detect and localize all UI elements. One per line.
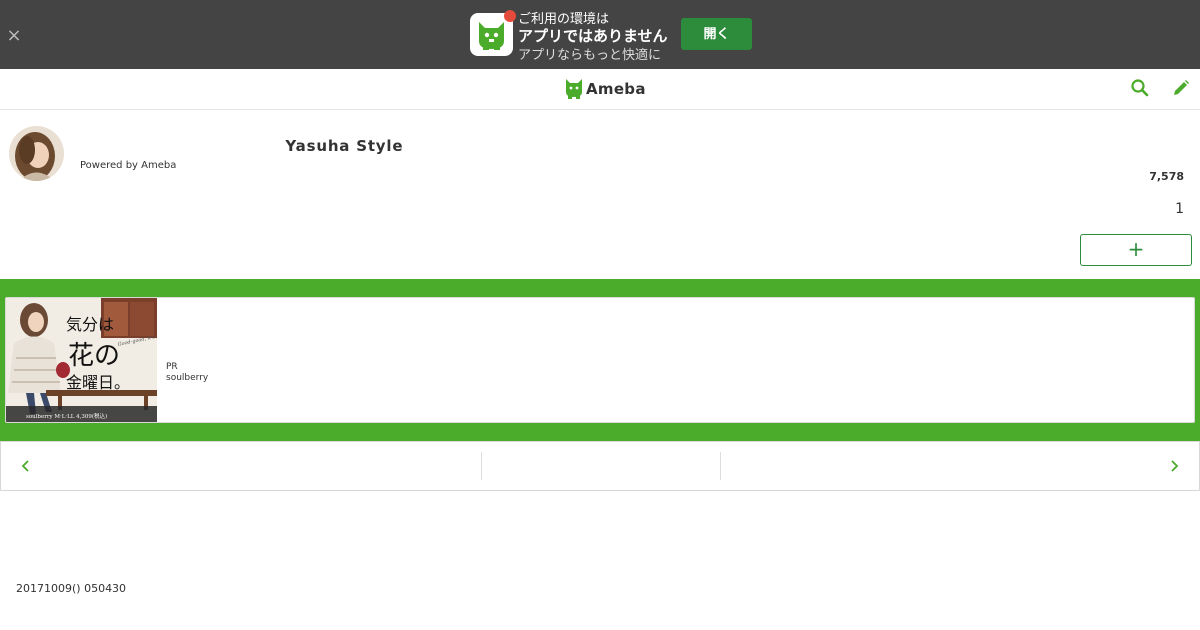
entry-pager xyxy=(0,441,1200,491)
ad-image-caption: soulberry M·L·LL 4,309(税込) xyxy=(26,412,107,420)
close-icon[interactable]: × xyxy=(5,27,23,45)
avatar[interactable] xyxy=(9,126,64,181)
pencil-icon[interactable] xyxy=(1171,78,1191,98)
logo-wordmark: Ameba xyxy=(586,80,646,98)
ad-section: 気分は 花の 金曜日。 Good-good, it's friday! soul… xyxy=(0,279,1200,441)
entry-date: 20171009() 050430 xyxy=(16,582,127,595)
app-banner: × ご利用の環境は アプリではありません アプリならもっと快適に 開く xyxy=(0,0,1200,69)
ad-image-text-1: 気分は xyxy=(66,315,114,334)
ad-card[interactable]: 気分は 花の 金曜日。 Good-good, it's friday! soul… xyxy=(5,297,1195,423)
follow-button[interactable]: + xyxy=(1080,234,1192,266)
ad-image-text-3: 金曜日。 xyxy=(66,373,130,392)
search-icon[interactable] xyxy=(1130,78,1150,98)
blog-title[interactable]: Yasuha Style xyxy=(80,135,419,156)
pager-divider xyxy=(720,452,721,480)
blog-profile: Yasuha Style Powered by Ameba 7,578 1 + xyxy=(0,110,1200,278)
follower-count: 7,578 xyxy=(1149,170,1184,183)
chevron-right-icon[interactable] xyxy=(1165,457,1183,475)
secondary-count: 1 xyxy=(1175,201,1184,217)
ad-advertiser[interactable]: soulberry xyxy=(166,373,208,384)
site-header: Ameba xyxy=(0,69,1200,110)
chevron-left-icon[interactable] xyxy=(17,457,35,475)
ad-label: PR soulberry xyxy=(166,362,208,384)
banner-line3: アプリならもっと快適に xyxy=(518,48,662,63)
ad-image[interactable]: 気分は 花の 金曜日。 Good-good, it's friday! soul… xyxy=(6,298,157,422)
pager-divider xyxy=(481,452,482,480)
pr-label: PR xyxy=(166,362,178,372)
powered-by: Powered by Ameba xyxy=(80,160,177,171)
ameba-app-icon xyxy=(470,10,516,56)
banner-line2: アプリではありません xyxy=(518,27,668,45)
open-app-button[interactable]: 開く xyxy=(681,18,752,50)
notification-dot xyxy=(504,10,516,22)
ameba-logo[interactable]: Ameba xyxy=(565,77,646,101)
ameba-mascot-icon xyxy=(566,79,582,99)
ad-image-text-2: 花の xyxy=(68,341,120,371)
